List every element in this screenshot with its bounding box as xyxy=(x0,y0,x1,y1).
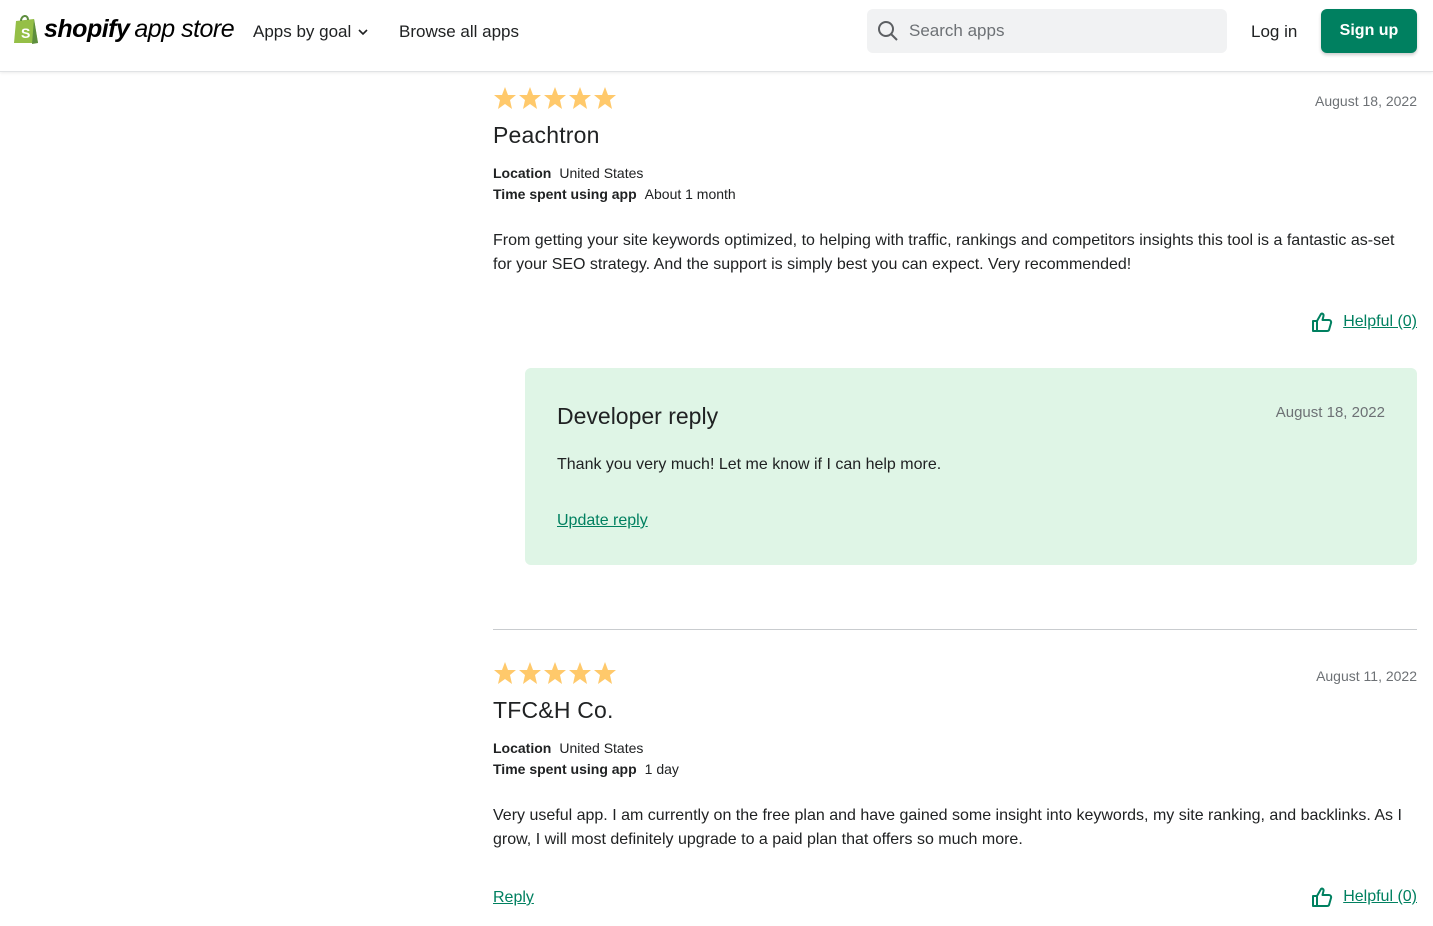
nav-apps-by-goal-label: Apps by goal xyxy=(253,22,352,41)
shopify-app-store-logo[interactable]: S shopify app store xyxy=(12,12,235,46)
time-spent-value: About 1 month xyxy=(644,186,736,202)
review-date: August 18, 2022 xyxy=(1315,93,1417,109)
thumbs-up-icon xyxy=(1312,887,1333,907)
review-author: Peachtron xyxy=(493,122,600,148)
star-rating xyxy=(493,661,1417,687)
search-icon xyxy=(878,21,898,41)
search-input[interactable] xyxy=(909,21,1209,41)
review-meta: Location United States Time spent using a… xyxy=(493,163,1417,205)
developer-reply: Developer reply August 18, 2022 Thank yo… xyxy=(525,368,1417,565)
time-spent-label: Time spent using app xyxy=(493,761,637,777)
helpful-label: Helpful (0) xyxy=(1343,888,1417,905)
star-icon xyxy=(544,662,566,684)
review-card: August 18, 2022 Peachtron Location United… xyxy=(493,86,1417,332)
location-value: United States xyxy=(559,740,644,756)
review-card: August 11, 2022 TFC&H Co. Location United… xyxy=(493,661,1417,907)
reply-link[interactable]: Reply xyxy=(493,889,534,907)
star-icon xyxy=(494,662,516,684)
location-label: Location xyxy=(493,165,552,181)
star-icon xyxy=(494,87,516,109)
star-icon xyxy=(544,87,566,109)
developer-reply-text: Thank you very much! Let me know if I ca… xyxy=(557,456,942,473)
star-rating xyxy=(493,86,1417,112)
location-label: Location xyxy=(493,740,552,756)
helpful-button[interactable]: Helpful (0) xyxy=(1311,886,1417,908)
review-author: TFC&H Co. xyxy=(493,697,614,723)
login-link[interactable]: Log in xyxy=(1251,22,1297,42)
review-text: From getting your site keywords optimize… xyxy=(493,232,1395,273)
chevron-down-icon xyxy=(358,29,368,36)
helpful-button[interactable]: Helpful (0) xyxy=(1311,311,1417,333)
star-icon xyxy=(594,87,616,109)
star-icon xyxy=(519,87,541,109)
update-reply-link[interactable]: Update reply xyxy=(557,512,648,530)
star-icon xyxy=(569,87,591,109)
time-spent-label: Time spent using app xyxy=(493,186,637,202)
star-icon xyxy=(594,662,616,684)
star-icon xyxy=(569,662,591,684)
review-text: Very useful app. I am currently on the f… xyxy=(493,807,1402,848)
time-spent-value: 1 day xyxy=(644,761,679,777)
helpful-label: Helpful (0) xyxy=(1343,313,1417,330)
search-box[interactable] xyxy=(867,9,1227,53)
review-meta: Location United States Time spent using a… xyxy=(493,738,1417,780)
logo-brand-text: shopify xyxy=(44,14,130,43)
star-icon xyxy=(519,662,541,684)
location-value: United States xyxy=(559,165,644,181)
nav-apps-by-goal[interactable]: Apps by goal xyxy=(253,22,369,42)
signup-button[interactable]: Sign up xyxy=(1321,9,1417,53)
nav-browse-all-apps[interactable]: Browse all apps xyxy=(399,22,519,42)
developer-reply-title: Developer reply xyxy=(557,403,719,429)
review-divider xyxy=(493,629,1417,630)
logo-app-store-text: app store xyxy=(134,14,235,43)
thumbs-up-icon xyxy=(1312,312,1333,332)
svg-text:S: S xyxy=(21,25,30,41)
shopify-bag-icon: S xyxy=(14,15,38,44)
top-navigation-bar: S shopify app store Apps by goal Browse … xyxy=(0,0,1433,72)
review-date: August 11, 2022 xyxy=(1316,668,1417,684)
developer-reply-date: August 18, 2022 xyxy=(1275,404,1385,421)
nav-browse-all-apps-label: Browse all apps xyxy=(399,22,520,41)
